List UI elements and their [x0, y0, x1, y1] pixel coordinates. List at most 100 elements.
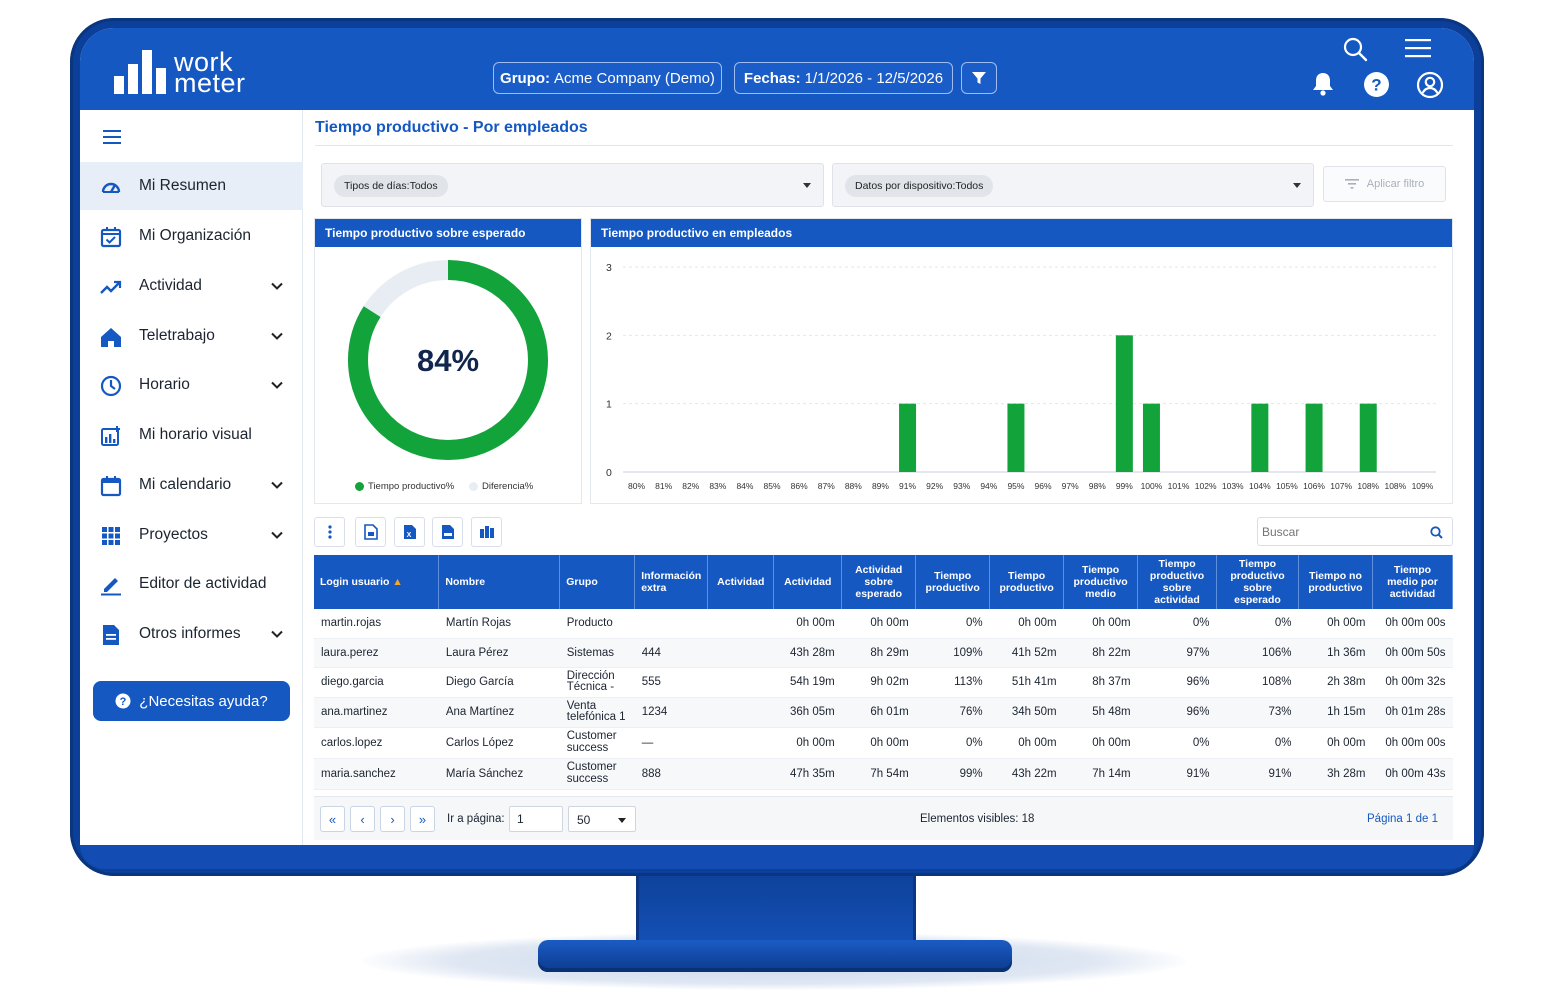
user-icon[interactable]	[1416, 71, 1444, 99]
table-cell: 99%	[915, 758, 990, 790]
apply-filter-button[interactable]: Aplicar filtro	[1323, 166, 1446, 202]
col-productive-avg[interactable]: Tiempo productivo medio	[1063, 555, 1139, 609]
sidebar-item-horario[interactable]: Horario	[80, 361, 303, 409]
bar[interactable]	[899, 403, 917, 472]
sidebar-item-teletrabajo[interactable]: Teletrabajo	[80, 312, 303, 360]
sidebar-item-mi-resumen[interactable]: Mi Resumen	[80, 162, 303, 210]
table-row[interactable]: martin.rojas Martín Rojas Producto 0h 00m 0h…	[314, 609, 1453, 639]
col-group[interactable]: Grupo	[559, 555, 636, 609]
next-page-button[interactable]: ›	[380, 806, 405, 832]
table-cell: 0h 00m	[1298, 727, 1373, 759]
table-row[interactable]: diego.garcia Diego García Dirección Técnic…	[314, 667, 1453, 698]
sort-asc-icon[interactable]: ▲	[392, 576, 402, 588]
col-non-productive[interactable]: Tiempo no productivo	[1298, 555, 1373, 609]
filter-lines-icon	[1344, 179, 1359, 189]
search-icon[interactable]	[1342, 36, 1368, 62]
columns-button[interactable]	[471, 517, 502, 547]
col-productive-vs-activity[interactable]: Tiempo productivo sobre actividad	[1137, 555, 1218, 609]
col-avg-per-activity[interactable]: Tiempo medio por actividad	[1372, 555, 1454, 609]
top-bar: work meter Grupo: Acme Company (Demo) Fe…	[80, 28, 1474, 110]
x-tick-label: 108%	[1384, 481, 1406, 491]
bar[interactable]	[1251, 403, 1269, 472]
sidebar-item-actividad[interactable]: Actividad	[80, 262, 303, 310]
last-page-button[interactable]: »	[410, 806, 435, 832]
goto-page-label: Ir a página:	[447, 813, 505, 825]
table-cell: maria.sanchez	[314, 758, 439, 790]
table-cell: 1234	[634, 697, 708, 728]
search-icon[interactable]	[1430, 526, 1443, 539]
export-excel-button[interactable]: X	[394, 517, 425, 547]
sidebar-item-label: Mi Resumen	[139, 177, 226, 194]
page-number-input[interactable]: 1	[509, 806, 563, 832]
table-search-input[interactable]	[1262, 522, 1422, 542]
col-productive-time-1[interactable]: Tiempo productivo	[915, 555, 991, 609]
sidebar-item-mi-calendario[interactable]: Mi calendario	[80, 461, 303, 509]
y-tick-label: 2	[606, 330, 612, 342]
csv-file-icon	[363, 524, 378, 540]
bar[interactable]	[1115, 335, 1133, 472]
sidebar-toggle-icon[interactable]	[103, 129, 121, 145]
more-options-button[interactable]	[314, 517, 345, 547]
sidebar-item-label: Horario	[139, 376, 190, 393]
days-type-chip[interactable]: Tipos de días:Todos	[334, 175, 448, 197]
workmeter-logo[interactable]: work meter	[114, 49, 246, 97]
col-activity-1[interactable]: Actividad	[707, 555, 775, 609]
export-csv-button[interactable]	[355, 517, 386, 547]
col-activity-vs-expected[interactable]: Actividad sobre esperado	[841, 555, 917, 609]
col-extra-info[interactable]: Información extra	[634, 555, 709, 609]
col-login[interactable]: Login usuario ▲	[314, 555, 440, 609]
x-tick-label: 80%	[628, 481, 645, 491]
table-row[interactable]: ana.martinez Ana Martínez Venta telefónica…	[314, 697, 1453, 728]
bar[interactable]	[1359, 403, 1377, 472]
table-cell: 0%	[1216, 727, 1299, 759]
help-button[interactable]: ? ¿Necesitas ayuda?	[93, 681, 290, 721]
filter-button[interactable]	[961, 62, 997, 94]
col-productive-vs-expected[interactable]: Tiempo productivo sobre esperado	[1216, 555, 1299, 609]
table-row[interactable]: maria.sanchez María Sánchez Customer succe…	[314, 758, 1453, 790]
table-cell: 444	[634, 638, 708, 668]
gauge-icon	[101, 182, 121, 193]
menu-icon[interactable]	[1404, 37, 1432, 59]
bell-icon[interactable]	[1311, 71, 1335, 97]
group-selector[interactable]: Grupo: Acme Company (Demo)	[493, 62, 722, 94]
sidebar-item-mi-horario-visual[interactable]: Mi horario visual	[80, 411, 303, 459]
sidebar-item-editor-de-actividad[interactable]: Editor de actividad	[80, 560, 303, 608]
pdf-file-icon	[441, 525, 454, 539]
days-type-filter[interactable]: Tipos de días:Todos	[321, 163, 824, 207]
sidebar-item-proyectos[interactable]: Proyectos	[80, 511, 303, 559]
col-name[interactable]: Nombre	[438, 555, 561, 609]
bar[interactable]	[1007, 403, 1025, 472]
page-size-select[interactable]: 50	[568, 806, 636, 832]
table-cell: 0%	[915, 609, 990, 639]
bar-chart-title: Tiempo productivo en empleados	[591, 219, 1452, 247]
sidebar-item-label: Otros informes	[139, 625, 241, 642]
table-cell: 106%	[1216, 638, 1299, 668]
table-cell: Diego García	[438, 667, 560, 698]
legend-dot-productive	[355, 482, 364, 491]
x-tick-label: 92%	[926, 481, 943, 491]
table-cell: 0h 00m	[841, 727, 916, 759]
device-filter[interactable]: Datos por dispositivo:Todos	[832, 163, 1314, 207]
device-chip[interactable]: Datos por dispositivo:Todos	[845, 175, 994, 197]
table-search[interactable]	[1257, 517, 1453, 546]
table-cell: 0h 00m	[773, 727, 842, 759]
bar[interactable]	[1305, 403, 1323, 472]
help-icon[interactable]: ?	[1363, 71, 1390, 98]
table-cell: diego.garcia	[314, 667, 439, 698]
chevron-down-icon	[271, 531, 283, 539]
first-page-button[interactable]: «	[320, 806, 345, 832]
bar[interactable]	[1142, 403, 1160, 472]
table-row[interactable]: laura.perez Laura Pérez Sistemas 444 43h 28m…	[314, 638, 1453, 668]
date-range-selector[interactable]: Fechas: 1/1/2026 - 12/5/2026	[734, 62, 953, 94]
sidebar-item-mi-organizacion[interactable]: Mi Organización	[80, 212, 303, 260]
chevron-down-icon	[271, 332, 283, 340]
prev-page-button[interactable]: ‹	[350, 806, 375, 832]
table-cell: 96%	[1137, 697, 1217, 728]
col-activity-2[interactable]: Actividad	[773, 555, 843, 609]
table-row[interactable]: carlos.lopez Carlos López Customer success…	[314, 727, 1453, 759]
export-pdf-button[interactable]	[432, 517, 463, 547]
sidebar-item-otros-informes[interactable]: Otros informes	[80, 610, 303, 658]
logo-text: work meter	[174, 49, 246, 97]
col-productive-time-2[interactable]: Tiempo productivo	[989, 555, 1065, 609]
table-cell: 0%	[1137, 727, 1217, 759]
